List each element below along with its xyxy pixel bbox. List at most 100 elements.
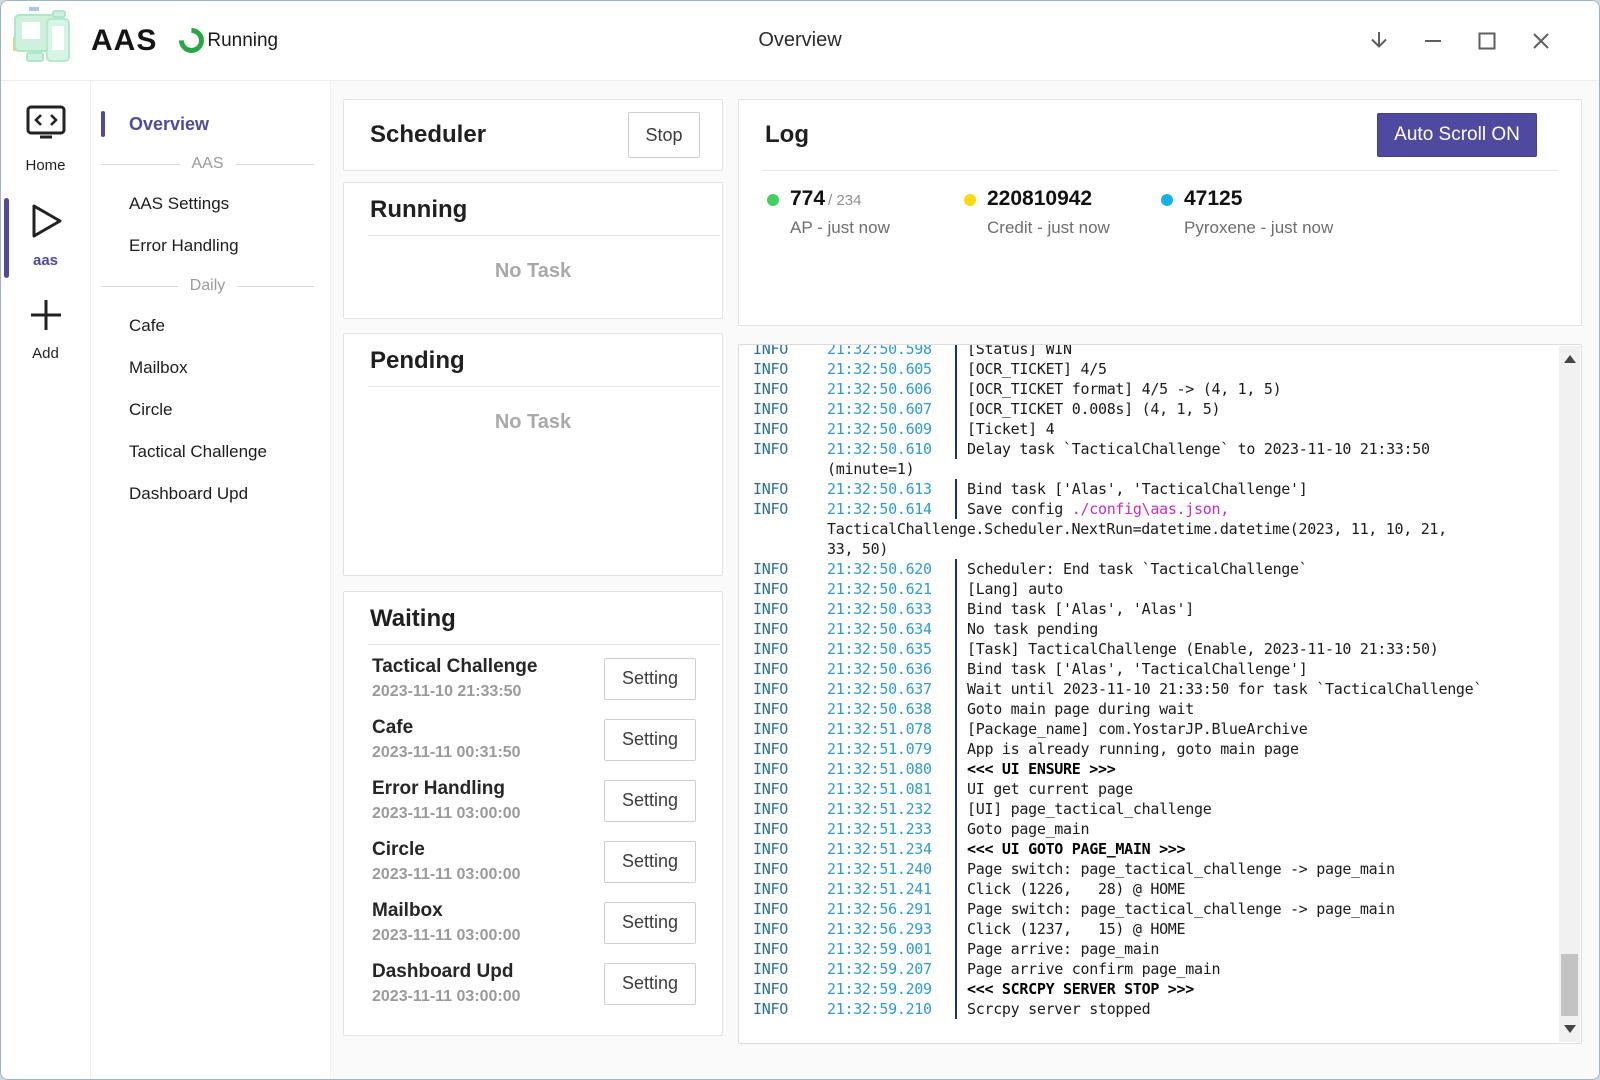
sidebar-group-label: Daily — [190, 277, 226, 295]
sidebar-item-label: Mailbox — [129, 358, 188, 378]
log-level: INFO — [753, 699, 827, 719]
log-message: TacticalChallenge.Scheduler.NextRun=date… — [827, 519, 1447, 539]
log-message: Bind task ['Alas', 'Alas'] — [955, 599, 1194, 619]
log-timestamp: 21:32:51.080 — [827, 759, 955, 779]
log-message: Goto page_main — [955, 819, 1089, 839]
sidebar-item-dashboard-upd[interactable]: Dashboard Upd — [91, 473, 330, 515]
sidebar-group-divider: Daily — [101, 267, 314, 305]
sidebar-item-cafe[interactable]: Cafe — [91, 305, 330, 347]
log-message: Scheduler: End task `TacticalChallenge` — [955, 559, 1308, 579]
sidebar-item-error-handling[interactable]: Error Handling — [91, 225, 330, 267]
log-line-continuation: (minute=1) — [753, 459, 1551, 479]
download-update-button[interactable] — [1363, 25, 1395, 57]
log-timestamp: 21:32:51.079 — [827, 739, 955, 759]
stat-dot-icon — [767, 194, 779, 206]
waiting-task-error-handling: Error Handling 2023-11-11 03:00:00 Setti… — [344, 770, 722, 831]
log-timestamp: 21:32:59.001 — [827, 939, 955, 959]
log-line: INFO 21:32:51.078 [Package_name] com.Yos… — [753, 719, 1551, 739]
log-level: INFO — [753, 759, 827, 779]
log-message: Click (1226, 28) @ HOME — [955, 879, 1185, 899]
play-icon — [27, 202, 65, 245]
sidebar-item-mailbox[interactable]: Mailbox — [91, 347, 330, 389]
log-timestamp: 21:32:50.637 — [827, 679, 955, 699]
log-line: INFO 21:32:50.607 [OCR_TICKET 0.008s] (4… — [753, 399, 1551, 419]
stat-dot-icon — [964, 194, 976, 206]
log-timestamp: 21:32:50.609 — [827, 419, 955, 439]
sidebar-item-tactical-challenge[interactable]: Tactical Challenge — [91, 431, 330, 473]
rail-item-add[interactable]: Add — [1, 297, 90, 362]
stat-ap: 774/ 234 AP - just now — [767, 187, 964, 238]
log-message: Scrcpy server stopped — [955, 999, 1150, 1019]
log-message: Save config ./config\aas.json, — [955, 499, 1229, 519]
waiting-task-dashboard-upd: Dashboard Upd 2023-11-11 03:00:00 Settin… — [344, 953, 722, 1014]
sidebar-item-aas-settings[interactable]: AAS Settings — [91, 183, 330, 225]
log-line: INFO 21:32:51.079 App is already running… — [753, 739, 1551, 759]
app-logo-icon — [11, 7, 75, 74]
log-level: INFO — [753, 839, 827, 859]
log-level: INFO — [753, 799, 827, 819]
task-setting-button[interactable]: Setting — [604, 841, 696, 883]
task-setting-button[interactable]: Setting — [604, 963, 696, 1005]
log-timestamp: 21:32:50.607 — [827, 399, 955, 419]
log-level: INFO — [753, 379, 827, 399]
log-timestamp: 21:32:50.610 — [827, 439, 955, 459]
log-timestamp: 21:32:51.233 — [827, 819, 955, 839]
log-level: INFO — [753, 999, 827, 1019]
log-timestamp: 21:32:50.636 — [827, 659, 955, 679]
log-line: INFO 21:32:50.613 Bind task ['Alas', 'Ta… — [753, 479, 1551, 499]
close-button[interactable] — [1525, 25, 1557, 57]
sidebar-nav: OverviewAASAAS SettingsError Handling Dai… — [91, 81, 331, 1079]
window-controls — [1363, 25, 1599, 57]
minimize-button[interactable] — [1417, 25, 1449, 57]
log-timestamp: 21:32:50.606 — [827, 379, 955, 399]
log-line: INFO 21:32:50.638 Goto main page during … — [753, 699, 1551, 719]
pending-title: Pending — [344, 334, 722, 386]
log-level: INFO — [753, 679, 827, 699]
task-setting-button[interactable]: Setting — [604, 902, 696, 944]
log-timestamp: 21:32:56.293 — [827, 919, 955, 939]
log-level: INFO — [753, 419, 827, 439]
task-setting-button[interactable]: Setting — [604, 658, 696, 700]
log-level: INFO — [753, 879, 827, 899]
scroll-up-arrow-icon[interactable] — [1564, 355, 1576, 363]
task-setting-button[interactable]: Setting — [604, 719, 696, 761]
log-level: INFO — [753, 859, 827, 879]
log-level: INFO — [753, 959, 827, 979]
task-setting-button[interactable]: Setting — [604, 780, 696, 822]
log-header-card: Log Auto Scroll ON 774/ 234 AP - just no… — [738, 99, 1582, 326]
log-timestamp: 21:32:51.081 — [827, 779, 955, 799]
waiting-task-cafe: Cafe 2023-11-11 00:31:50 Setting — [344, 709, 722, 770]
log-line-continuation: TacticalChallenge.Scheduler.NextRun=date… — [753, 519, 1551, 539]
maximize-button[interactable] — [1471, 25, 1503, 57]
log-message: Page arrive confirm page_main — [955, 959, 1220, 979]
auto-scroll-toggle-button[interactable]: Auto Scroll ON — [1377, 113, 1537, 157]
stop-button[interactable]: Stop — [628, 112, 700, 158]
log-line: INFO 21:32:51.241 Click (1226, 28) @ HOM… — [753, 879, 1551, 899]
log-level: INFO — [753, 579, 827, 599]
sidebar-item-overview[interactable]: Overview — [91, 103, 330, 145]
log-scrollbar[interactable] — [1559, 346, 1580, 1042]
log-timestamp: 21:32:51.232 — [827, 799, 955, 819]
log-lines: INFO 21:32:50.598 [Status] WIN INFO 21:3… — [739, 344, 1581, 1019]
scrollbar-thumb[interactable] — [1561, 954, 1578, 1016]
log-line: INFO 21:32:50.614 Save config ./config\a… — [753, 499, 1551, 519]
stat-label: Credit - just now — [987, 218, 1110, 238]
log-message: 33, 50) — [827, 539, 888, 559]
sidebar-item-label: Cafe — [129, 316, 165, 336]
scroll-down-arrow-icon[interactable] — [1564, 1025, 1576, 1033]
log-line: INFO 21:32:59.209 <<< SCRCPY SERVER STOP… — [753, 979, 1551, 999]
stat-value: 220810942 — [987, 187, 1092, 210]
sidebar-item-circle[interactable]: Circle — [91, 389, 330, 431]
rail-item-home[interactable]: Home — [1, 103, 90, 174]
scheduler-card: Scheduler Stop — [343, 99, 723, 171]
log-timestamp: 21:32:51.234 — [827, 839, 955, 859]
log-level: INFO — [753, 399, 827, 419]
stat-suffix: / 234 — [828, 192, 861, 209]
log-line: INFO 21:32:51.080 <<< UI ENSURE >>> — [753, 759, 1551, 779]
log-timestamp: 21:32:50.620 — [827, 559, 955, 579]
sidebar-group-divider: AAS — [101, 145, 314, 183]
rail-item-aas[interactable]: aas — [1, 202, 90, 269]
log-viewport[interactable]: INFO 21:32:50.598 [Status] WIN INFO 21:3… — [738, 344, 1582, 1044]
log-message: Bind task ['Alas', 'TacticalChallenge'] — [955, 479, 1308, 499]
log-level: INFO — [753, 479, 827, 499]
